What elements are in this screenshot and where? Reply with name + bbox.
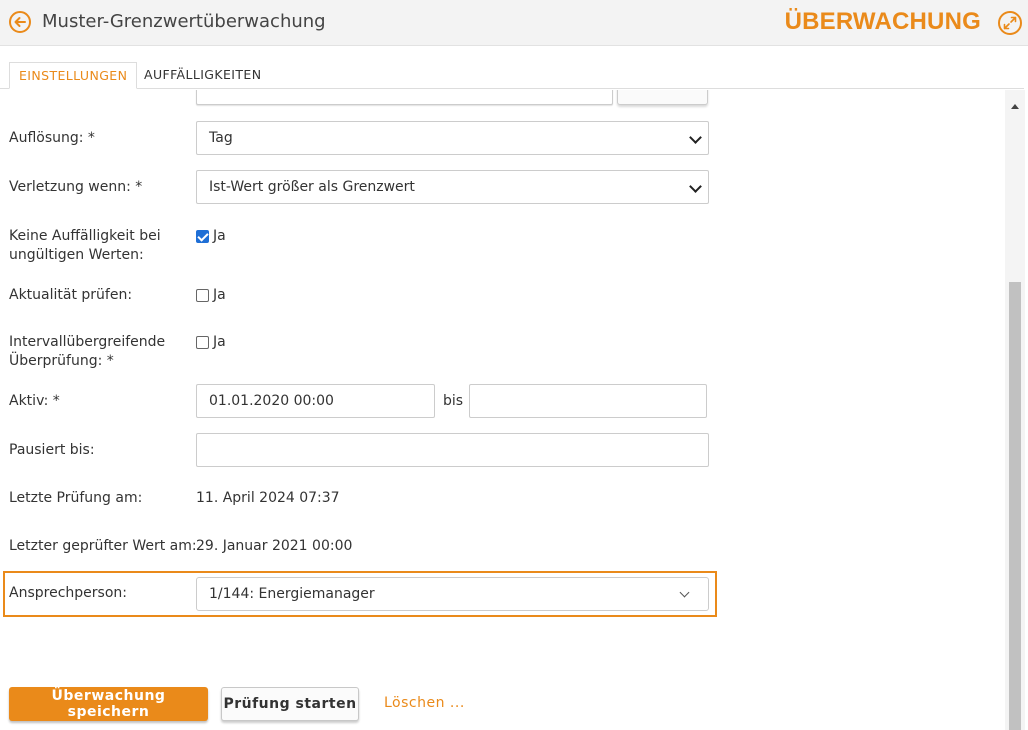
ansprechperson-select[interactable]: 1/144: Energiemanager	[196, 577, 709, 611]
section-brand-title: ÜBERWACHUNG	[784, 8, 981, 35]
save-monitoring-button[interactable]: Überwachung speichern	[9, 687, 208, 721]
letzter-wert-label: Letzter geprüfter Wert am:	[9, 538, 197, 554]
delete-link[interactable]: Löschen ...	[384, 695, 465, 711]
intervall-checkbox-label: Ja	[213, 334, 226, 350]
keine-auffaelligkeit-checkbox-label: Ja	[213, 228, 226, 244]
aktiv-bis-label: bis	[443, 393, 464, 409]
keine-auffaelligkeit-label-line1: Keine Auffälligkeit bei	[9, 228, 161, 244]
back-arrow-icon[interactable]	[9, 11, 31, 33]
keine-auffaelligkeit-label: Keine Auffälligkeit bei ungültigen Werte…	[9, 227, 161, 265]
aktiv-label: Aktiv: *	[9, 393, 60, 409]
tab-bar: EINSTELLUNGEN AUFFÄLLIGKEITEN	[0, 46, 1028, 90]
scrollbar[interactable]	[1005, 90, 1025, 730]
scroll-up-arrow-icon[interactable]	[1011, 104, 1019, 109]
letzter-wert-value: 29. Januar 2021 00:00	[196, 538, 353, 554]
settings-form: Auflösung: * Tag Verletzung wenn: * Ist-…	[0, 90, 1005, 730]
letzte-pruefung-value: 11. April 2024 07:37	[196, 490, 340, 506]
start-check-button[interactable]: Prüfung starten	[221, 687, 359, 721]
intervall-label-line1: Intervallübergreifende	[9, 334, 166, 350]
aufloesung-label: Auflösung: *	[9, 130, 95, 146]
verletzung-label: Verletzung wenn: *	[9, 179, 143, 195]
intervall-label: Intervallübergreifende Überprüfung: *	[9, 333, 165, 371]
keine-auffaelligkeit-checkbox[interactable]	[196, 230, 209, 243]
partial-input-field[interactable]	[196, 90, 613, 105]
intervall-checkbox[interactable]	[196, 336, 209, 349]
tab-auffaelligkeiten[interactable]: AUFFÄLLIGKEITEN	[135, 62, 270, 89]
pausiert-input[interactable]	[196, 433, 709, 467]
aktualitaet-checkbox-label: Ja	[213, 287, 226, 303]
aktualitaet-label: Aktualität prüfen:	[9, 287, 133, 303]
aktiv-to-input[interactable]	[469, 384, 707, 418]
letzte-pruefung-label: Letzte Prüfung am:	[9, 490, 143, 506]
scrollbar-thumb[interactable]	[1009, 282, 1021, 730]
keine-auffaelligkeit-label-line2: ungültigen Werten:	[9, 247, 144, 263]
verletzung-select[interactable]: Ist-Wert größer als Grenzwert	[196, 170, 709, 204]
aktiv-from-input[interactable]: 01.01.2020 00:00	[196, 384, 435, 418]
expand-icon[interactable]	[998, 11, 1022, 35]
pausiert-label: Pausiert bis:	[9, 442, 95, 458]
tab-einstellungen[interactable]: EINSTELLUNGEN	[9, 62, 138, 89]
partial-button[interactable]	[617, 90, 708, 105]
page-title: Muster-Grenzwertüberwachung	[42, 11, 326, 32]
app-header: Muster-Grenzwertüberwachung ÜBERWACHUNG	[0, 0, 1028, 46]
aktualitaet-checkbox[interactable]	[196, 289, 209, 302]
intervall-label-line2: Überprüfung: *	[9, 353, 114, 369]
ansprechperson-label: Ansprechperson:	[9, 585, 127, 601]
aufloesung-select[interactable]: Tag	[196, 121, 709, 155]
